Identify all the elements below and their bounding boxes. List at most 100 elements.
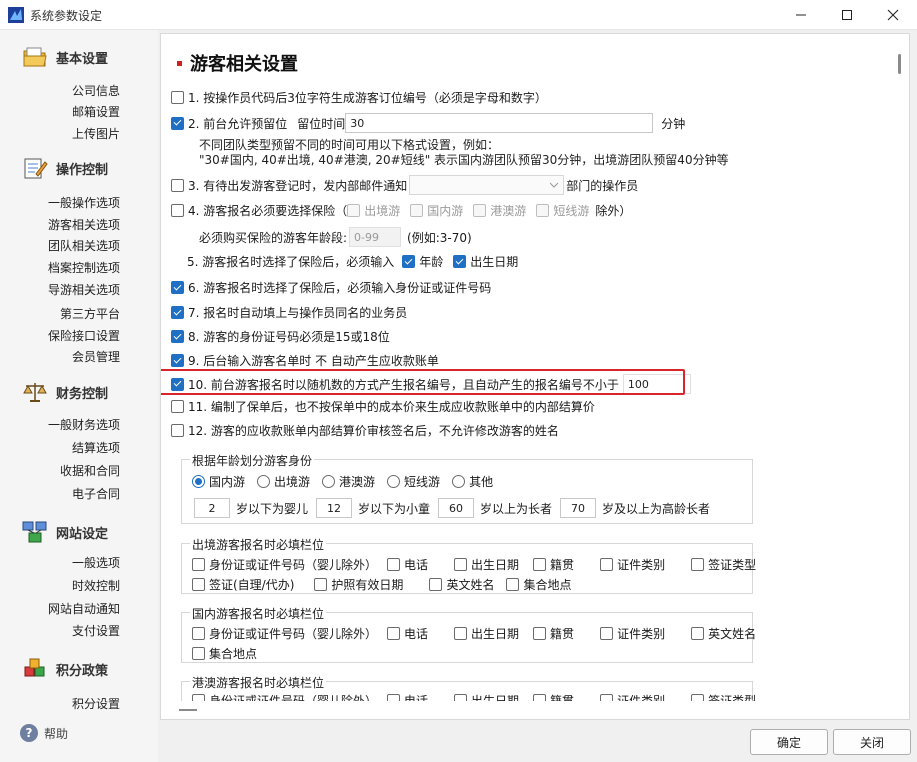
radio-hkmo[interactable] — [322, 475, 336, 488]
radio-short-label: 短线游 — [404, 475, 441, 489]
outbound-passport-checkbox[interactable] — [314, 578, 328, 591]
age-group-box: 根据年龄划分游客身份 国内游 出境游 港澳游 短线游 其他 2 岁以下为婴儿 1… — [181, 452, 753, 524]
radio-short[interactable] — [387, 475, 401, 488]
minimize-button[interactable] — [778, 0, 824, 30]
insurance-domestic-checkbox[interactable] — [410, 204, 424, 217]
insurance-age-input[interactable]: 0-99 — [349, 227, 402, 247]
outbound-id-checkbox[interactable] — [192, 558, 205, 571]
sidebar-item-settlement[interactable]: 结算选项 — [72, 439, 120, 456]
section-title: 游客相关设置 — [177, 50, 298, 76]
option-11-checkbox[interactable] — [171, 400, 184, 413]
require-age-checkbox[interactable] — [402, 255, 416, 268]
require-birthdate-checkbox[interactable] — [453, 255, 467, 268]
horizontal-scroll-thumb[interactable] — [179, 709, 197, 711]
insurance-hkmo-checkbox[interactable] — [473, 204, 487, 217]
senior-age-label: 岁及以上为高龄长者 — [602, 501, 711, 516]
domestic-id-checkbox[interactable] — [192, 627, 205, 640]
sidebar-item-third-party[interactable]: 第三方平台 — [60, 305, 120, 322]
radio-domestic[interactable] — [192, 475, 205, 488]
option-7[interactable]: 7. 报名时自动填上与操作员同名的业务员 — [171, 304, 407, 321]
sidebar-item-email-settings[interactable]: 邮箱设置 — [72, 103, 120, 120]
domestic-birth-checkbox[interactable] — [454, 627, 468, 640]
option-9-checkbox[interactable] — [171, 354, 184, 367]
option-6[interactable]: 6. 游客报名时选择了保险后，必须输入身份证或证件号码 — [171, 279, 491, 296]
reserve-time-input[interactable]: 30 — [345, 113, 654, 133]
sidebar: 基本设置 公司信息 邮箱设置 上传图片 操作控制 一般操作选项 游客相关选项 团… — [0, 30, 158, 762]
option-6-checkbox[interactable] — [171, 281, 184, 294]
sidebar-group-points[interactable]: 积分政策 — [22, 657, 108, 681]
notepad-icon — [24, 158, 48, 179]
option-4[interactable]: 4. 游客报名必须要选择保险（ 出境游 国内游 港澳游 短线游 除外） — [171, 202, 631, 219]
option-2-checkbox[interactable] — [171, 116, 184, 130]
insurance-short-checkbox[interactable] — [536, 204, 550, 217]
option-11[interactable]: 11. 编制了保单后，也不按保单中的成本价来生成应收款账单中的内部结算价 — [171, 398, 595, 415]
outbound-phone-checkbox[interactable] — [387, 558, 401, 571]
vertical-scroll-thumb[interactable] — [898, 54, 901, 74]
sidebar-item-insurance-api[interactable]: 保险接口设置 — [48, 327, 120, 344]
sidebar-group-finance[interactable]: 财务控制 — [22, 380, 108, 404]
option-12-checkbox[interactable] — [171, 424, 184, 437]
sidebar-item-guide-options[interactable]: 导游相关选项 — [48, 281, 120, 298]
sidebar-item-points-settings[interactable]: 积分设置 — [72, 695, 120, 712]
option-7-checkbox[interactable] — [171, 306, 184, 319]
outbound-meeting-point-checkbox[interactable] — [506, 578, 520, 591]
senior-age-input[interactable]: 70 — [560, 498, 597, 518]
domestic-meeting-point-checkbox[interactable] — [192, 647, 205, 660]
option-8[interactable]: 8. 游客的身份证号码必须是15或18位 — [171, 328, 390, 345]
sidebar-item-member-management[interactable]: 会员管理 — [72, 348, 120, 365]
option-3[interactable]: 3. 有待出发游客登记时，发内部邮件通知 部门的操作员 — [171, 175, 638, 195]
outbound-row-2: 签证(自理/代办) 护照有效日期 英文姓名 集合地点 — [192, 576, 571, 593]
help-label: 帮助 — [44, 726, 69, 741]
ok-button[interactable]: 确定 — [750, 729, 828, 755]
option-8-checkbox[interactable] — [171, 330, 184, 343]
insurance-outbound-checkbox[interactable] — [347, 204, 361, 217]
sidebar-item-general-ops[interactable]: 一般操作选项 — [48, 194, 120, 211]
sidebar-item-tourist-options[interactable]: 游客相关选项 — [48, 216, 120, 233]
sidebar-group-basic[interactable]: 基本设置 — [22, 45, 108, 69]
close-button[interactable]: 关闭 — [833, 729, 911, 755]
sidebar-item-upload-image[interactable]: 上传图片 — [72, 125, 120, 142]
sidebar-item-e-contract[interactable]: 电子合同 — [72, 485, 120, 502]
option-4-checkbox[interactable] — [171, 204, 184, 217]
department-select[interactable] — [409, 175, 565, 195]
sidebar-item-general-finance[interactable]: 一般财务选项 — [48, 416, 120, 433]
option-9[interactable]: 9. 后台输入游客名单时 不 自动产生应收款账单 — [171, 352, 439, 369]
domestic-row-2: 集合地点 — [192, 645, 257, 662]
outbound-visatype-checkbox[interactable] — [691, 558, 705, 571]
option-2[interactable]: 2. 前台允许预留位 留位时间 30 分钟 — [171, 113, 685, 133]
child-age-input[interactable]: 12 — [316, 498, 353, 518]
sidebar-item-time-control[interactable]: 时效控制 — [72, 577, 120, 594]
sidebar-item-general[interactable]: 一般选项 — [72, 554, 120, 571]
outbound-visa-checkbox[interactable] — [192, 578, 205, 591]
option-1[interactable]: 1. 按操作员代码后3位字符生成游客订位编号（必须是字母和数字） — [171, 89, 547, 106]
outbound-doctype-checkbox[interactable] — [600, 558, 614, 571]
outbound-origin-checkbox[interactable] — [533, 558, 547, 571]
domestic-phone-checkbox[interactable] — [387, 627, 401, 640]
horizontal-scrollbar[interactable] — [161, 701, 893, 719]
sidebar-group-operation[interactable]: 操作控制 — [22, 156, 108, 180]
sidebar-item-team-options[interactable]: 团队相关选项 — [48, 237, 120, 254]
vertical-scrollbar[interactable] — [891, 34, 909, 719]
option-1-checkbox[interactable] — [171, 91, 184, 104]
outbound-english-name-checkbox[interactable] — [429, 578, 443, 591]
domestic-english-name-checkbox[interactable] — [691, 627, 705, 640]
outbound-birth-checkbox[interactable] — [454, 558, 468, 571]
infant-age-input[interactable]: 2 — [194, 498, 230, 518]
option-3-checkbox[interactable] — [171, 178, 184, 192]
elder-age-input[interactable]: 60 — [438, 498, 475, 518]
maximize-button[interactable] — [824, 0, 870, 30]
sidebar-item-archive-options[interactable]: 档案控制选项 — [48, 259, 120, 276]
sidebar-item-payment-settings[interactable]: 支付设置 — [72, 622, 120, 639]
help-link[interactable]: ? 帮助 — [20, 724, 68, 742]
sidebar-group-website[interactable]: 网站设定 — [22, 520, 108, 544]
radio-other[interactable] — [452, 475, 466, 488]
domestic-origin-checkbox[interactable] — [533, 627, 547, 640]
sidebar-item-receipts-contracts[interactable]: 收据和合同 — [60, 462, 120, 479]
sidebar-group-label: 操作控制 — [56, 162, 109, 178]
domestic-doctype-checkbox[interactable] — [600, 627, 614, 640]
option-12[interactable]: 12. 游客的应收款账单内部结算价审核签名后，不允许修改游客的姓名 — [171, 422, 559, 439]
close-window-button[interactable] — [870, 0, 916, 30]
sidebar-item-auto-notify[interactable]: 网站自动通知 — [48, 600, 120, 617]
radio-outbound[interactable] — [257, 475, 271, 488]
sidebar-item-company-info[interactable]: 公司信息 — [72, 82, 120, 99]
